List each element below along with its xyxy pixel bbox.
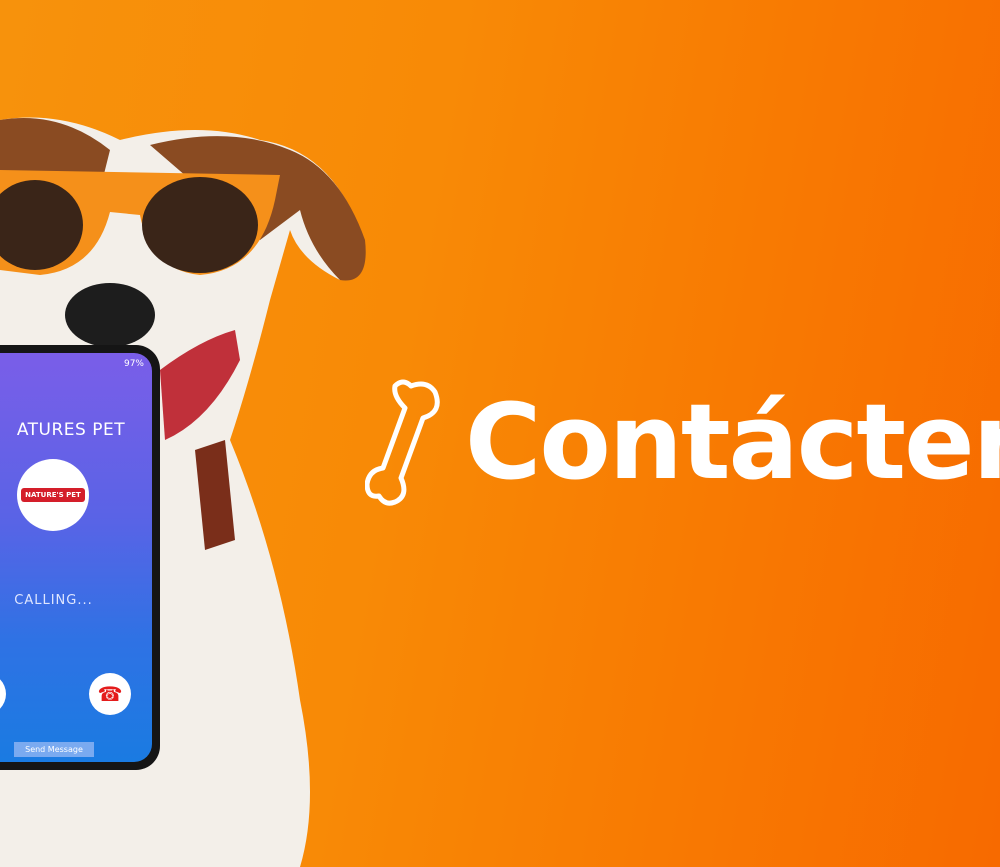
contact-heading: Contácten [465, 381, 1000, 503]
caller-name: ATURES PET [16, 420, 126, 440]
caller-avatar: NATURE'S PET [17, 459, 89, 531]
end-call-button[interactable]: ☎ [89, 673, 131, 715]
phone-hangup-icon: ☎ [97, 682, 123, 706]
phone-screen: 97% ATURES PET NATURE'S PET CALLING... ☎… [0, 353, 152, 762]
battery-status: 97% [123, 359, 144, 369]
call-status: CALLING... [14, 593, 93, 608]
bone-icon [365, 379, 440, 506]
smartphone: 97% ATURES PET NATURE'S PET CALLING... ☎… [0, 345, 160, 770]
send-message-button[interactable]: Send Message [14, 742, 94, 757]
natures-pet-logo: NATURE'S PET [21, 488, 85, 502]
accept-call-button[interactable] [0, 673, 6, 715]
headline: Contácten [365, 378, 1000, 506]
